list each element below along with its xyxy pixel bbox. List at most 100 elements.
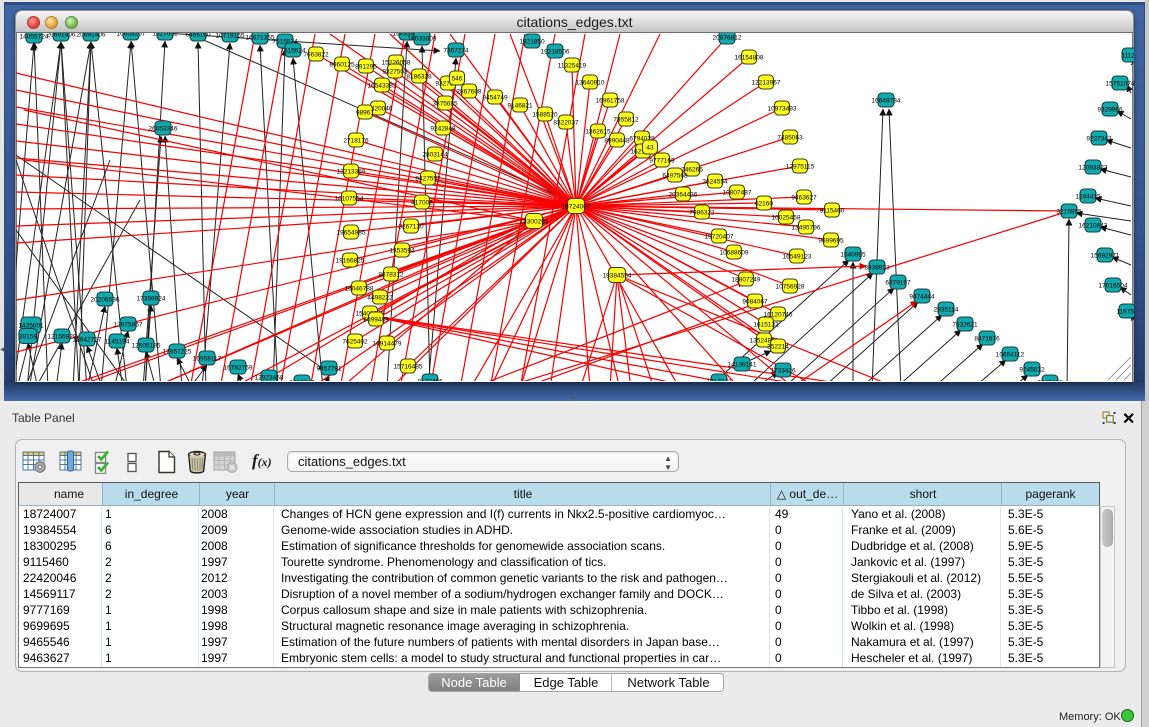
svg-text:14055724: 14055724: [20, 34, 49, 41]
svg-text:9699695: 9699695: [818, 238, 844, 245]
svg-text:116753: 116753: [1116, 309, 1134, 316]
svg-text:8938923: 8938923: [864, 265, 890, 272]
svg-text:3267130: 3267130: [398, 224, 424, 231]
svg-text:16543382: 16543382: [368, 83, 397, 90]
svg-text:19654985: 19654985: [337, 230, 366, 237]
svg-text:7515524: 7515524: [280, 48, 306, 55]
svg-text:9474444: 9474444: [909, 294, 935, 301]
svg-text:8471676: 8471676: [974, 336, 1000, 343]
svg-text:18724007: 18724007: [562, 204, 591, 211]
svg-text:15751074: 15751074: [1106, 81, 1134, 88]
svg-text:17957225: 17957225: [163, 349, 192, 356]
svg-text:16046788: 16046788: [345, 286, 374, 293]
svg-text:12093822: 12093822: [1079, 165, 1108, 172]
svg-text:9146821: 9146821: [507, 103, 533, 110]
svg-text:15692971: 15692971: [1091, 253, 1120, 260]
svg-text:11325419: 11325419: [558, 63, 587, 70]
svg-text:9245613: 9245613: [1037, 380, 1063, 382]
svg-text:20691406: 20691406: [77, 33, 106, 39]
svg-text:20876812: 20876812: [713, 35, 742, 42]
svg-text:6497568: 6497568: [662, 173, 688, 180]
svg-text:6099489: 6099489: [363, 317, 389, 324]
svg-text:1713342: 1713342: [706, 379, 732, 382]
svg-text:2718176: 2718176: [343, 138, 369, 145]
svg-text:16154808: 16154808: [735, 55, 764, 62]
svg-text:9115460: 9115460: [820, 208, 845, 215]
svg-text:1362615: 1362615: [585, 129, 611, 136]
svg-text:8427552: 8427552: [415, 176, 441, 183]
svg-text:20206536: 20206536: [91, 297, 120, 304]
svg-text:10107554: 10107554: [335, 196, 364, 203]
svg-text:19166825: 19166825: [336, 258, 365, 265]
svg-text:9242848: 9242848: [430, 126, 456, 133]
svg-text:7986322: 7986322: [689, 210, 715, 217]
svg-text:16033809: 16033809: [408, 36, 437, 43]
svg-text:10654112: 10654112: [996, 352, 1025, 359]
svg-text:10756928: 10756928: [776, 284, 805, 291]
svg-text:12213967: 12213967: [752, 80, 781, 87]
svg-text:2935114: 2935114: [934, 307, 959, 314]
svg-text:19218506: 19218506: [541, 49, 570, 56]
svg-text:10973493: 10973493: [768, 106, 797, 113]
svg-text:9084067: 9084067: [742, 299, 768, 306]
svg-text:417006: 417006: [411, 200, 433, 207]
svg-text:98961: 98961: [356, 110, 374, 117]
svg-text:13975867: 13975867: [114, 322, 143, 329]
svg-text:3215955: 3215955: [1056, 209, 1082, 216]
svg-text:1640995: 1640995: [840, 252, 866, 259]
svg-text:16210643: 16210643: [1079, 223, 1108, 230]
svg-text:8454749: 8454749: [482, 95, 508, 102]
svg-text:10653267: 10653267: [117, 33, 146, 38]
svg-text:20364436: 20364436: [669, 192, 698, 199]
svg-text:11123: 11123: [1121, 53, 1134, 60]
svg-text:16782759: 16782759: [224, 365, 253, 372]
svg-text:13495796: 13495796: [792, 225, 821, 232]
svg-text:12505185: 12505185: [132, 343, 161, 350]
svg-text:1615132: 1615132: [753, 322, 779, 329]
svg-text:6879197: 6879197: [885, 280, 911, 287]
svg-text:10688609: 10688609: [720, 250, 749, 257]
svg-text:26053346: 26053346: [149, 126, 178, 133]
svg-text:8186328: 8186328: [406, 74, 432, 81]
svg-text:20691406: 20691406: [47, 33, 76, 39]
svg-text:15720407: 15720407: [705, 234, 734, 241]
svg-text:8322037: 8322037: [553, 120, 579, 127]
svg-text:17016504: 17016504: [1099, 283, 1128, 290]
svg-text:7663822: 7663822: [303, 52, 329, 59]
svg-text:9777169: 9777169: [649, 158, 675, 165]
svg-text:1527602: 1527602: [152, 33, 178, 38]
svg-text:14136141: 14136141: [728, 362, 757, 369]
svg-text:7625402: 7625402: [342, 339, 368, 346]
svg-text:39159: 39159: [19, 334, 37, 341]
svg-text:43: 43: [646, 145, 654, 152]
svg-text:8123456: 8123456: [417, 379, 443, 382]
svg-text:8878312: 8878312: [378, 272, 404, 279]
svg-text:3875685: 3875685: [432, 101, 458, 108]
svg-text:16648784: 16648784: [872, 98, 901, 105]
svg-text:16549123: 16549123: [783, 254, 812, 261]
svg-text:10958117: 10958117: [193, 356, 222, 363]
svg-text:6466160: 6466160: [185, 33, 211, 39]
svg-text:16914479: 16914479: [373, 341, 402, 348]
svg-text:10719155: 10719155: [216, 33, 245, 40]
svg-text:3624554: 3624554: [702, 179, 728, 186]
svg-text:1921850: 1921850: [519, 39, 545, 46]
svg-text:1244415: 1244415: [1075, 194, 1101, 201]
svg-text:12213369: 12213369: [337, 169, 366, 176]
svg-text:4498222: 4498222: [367, 295, 393, 302]
svg-text:1733426: 1733426: [770, 368, 796, 375]
svg-text:9227343: 9227343: [1086, 136, 1112, 143]
svg-text:13640910: 13640910: [576, 80, 605, 87]
svg-text:2803144: 2803144: [422, 152, 448, 159]
svg-text:891295: 891295: [355, 64, 377, 71]
svg-text:9327503: 9327503: [382, 69, 408, 76]
svg-text:1588520: 1588520: [532, 112, 558, 119]
svg-text:12942757: 12942757: [73, 337, 102, 344]
svg-text:9463627: 9463627: [791, 195, 817, 202]
svg-text:15716485: 15716485: [394, 364, 423, 371]
svg-text:2867608: 2867608: [456, 89, 482, 96]
svg-text:1353594: 1353594: [389, 248, 415, 255]
svg-text:19384554: 19384554: [603, 273, 632, 280]
svg-text:16671355: 16671355: [246, 35, 275, 42]
svg-text:7357274: 7357274: [443, 48, 469, 55]
